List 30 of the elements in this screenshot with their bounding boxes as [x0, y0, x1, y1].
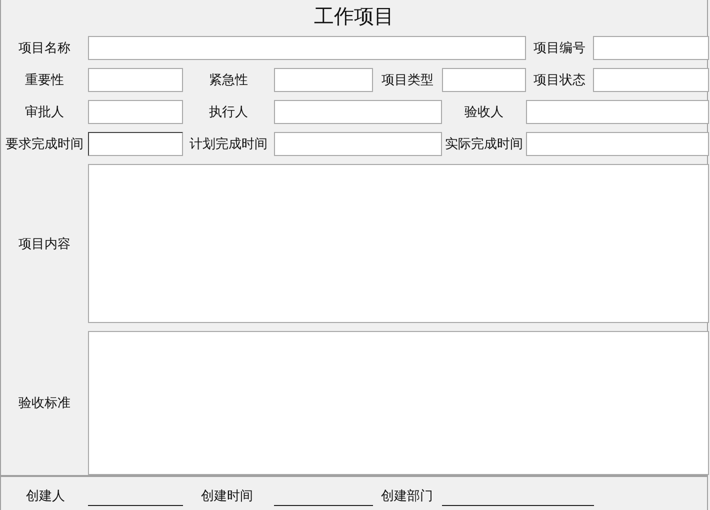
- field-label: 创建人: [25, 488, 66, 504]
- field-label: 紧急性: [208, 72, 249, 90]
- field-label: 验收人: [464, 104, 504, 122]
- field-label: 验收标准: [18, 395, 72, 413]
- input-field[interactable]: [88, 68, 183, 92]
- input-field[interactable]: [274, 68, 373, 92]
- field-label: 创建时间: [200, 488, 254, 504]
- field-label: 执行人: [208, 104, 249, 122]
- input-field[interactable]: [274, 100, 442, 124]
- field-label: 项目内容: [18, 236, 72, 254]
- field-label: 项目名称: [18, 40, 72, 58]
- input-field[interactable]: [526, 100, 709, 124]
- input-field[interactable]: [88, 132, 183, 156]
- field-label: 审批人: [24, 104, 65, 122]
- form-title: 工作项目: [313, 3, 395, 30]
- input-field[interactable]: [442, 68, 526, 92]
- field-label: 项目类型: [380, 72, 434, 90]
- input-field[interactable]: [88, 36, 526, 60]
- field-label: 计划完成时间: [188, 136, 268, 154]
- field-label: 创建部门: [380, 488, 434, 504]
- input-field[interactable]: [593, 36, 709, 60]
- field-label: 项目状态: [532, 72, 586, 90]
- field-label: 项目编号: [532, 40, 586, 58]
- input-field[interactable]: [526, 132, 709, 156]
- field-label: 实际完成时间: [444, 136, 524, 154]
- input-field[interactable]: [593, 68, 709, 92]
- field-label: 要求完成时间: [4, 136, 84, 154]
- input-field[interactable]: [274, 132, 442, 156]
- input-field[interactable]: [88, 100, 183, 124]
- field-label: 重要性: [24, 72, 65, 90]
